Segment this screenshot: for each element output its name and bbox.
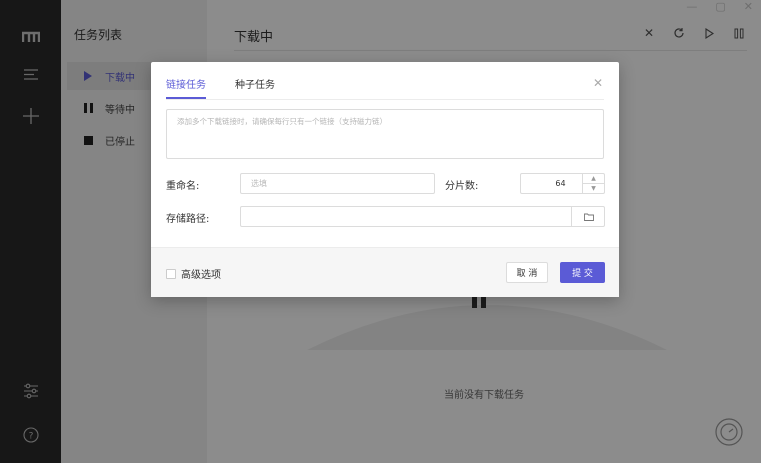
split-stepper[interactable]: 64 ▲ ▼ — [520, 173, 605, 194]
advanced-checkbox[interactable] — [166, 268, 176, 279]
rename-input[interactable] — [240, 173, 435, 194]
chevron-down-icon[interactable]: ▼ — [583, 184, 604, 193]
submit-button[interactable]: 提 交 — [560, 262, 605, 283]
close-icon[interactable]: ✕ — [593, 76, 603, 90]
path-label: 存储路径: — [166, 214, 210, 225]
dialog-footer: 高级选项 取 消 提 交 — [151, 247, 619, 297]
advanced-label: 高级选项 — [181, 270, 221, 281]
chevron-up-icon[interactable]: ▲ — [583, 174, 604, 184]
tabs-divider — [166, 99, 604, 100]
split-value: 64 — [555, 179, 566, 188]
folder-icon[interactable] — [571, 206, 605, 227]
url-input[interactable] — [166, 109, 604, 159]
split-label: 分片数: — [445, 181, 479, 192]
cancel-button[interactable]: 取 消 — [506, 262, 548, 283]
tab-link-task[interactable]: 链接任务 — [166, 76, 206, 99]
dialog-tabs: 链接任务 种子任务 — [166, 76, 275, 99]
add-task-dialog: 链接任务 种子任务 ✕ 重命名: 分片数: 64 ▲ ▼ 存储路径: 高级选项 … — [151, 62, 619, 297]
tab-torrent-task[interactable]: 种子任务 — [235, 76, 275, 99]
advanced-options-toggle[interactable]: 高级选项 — [166, 266, 221, 281]
rename-label: 重命名: — [166, 181, 200, 192]
path-input[interactable] — [240, 206, 605, 227]
